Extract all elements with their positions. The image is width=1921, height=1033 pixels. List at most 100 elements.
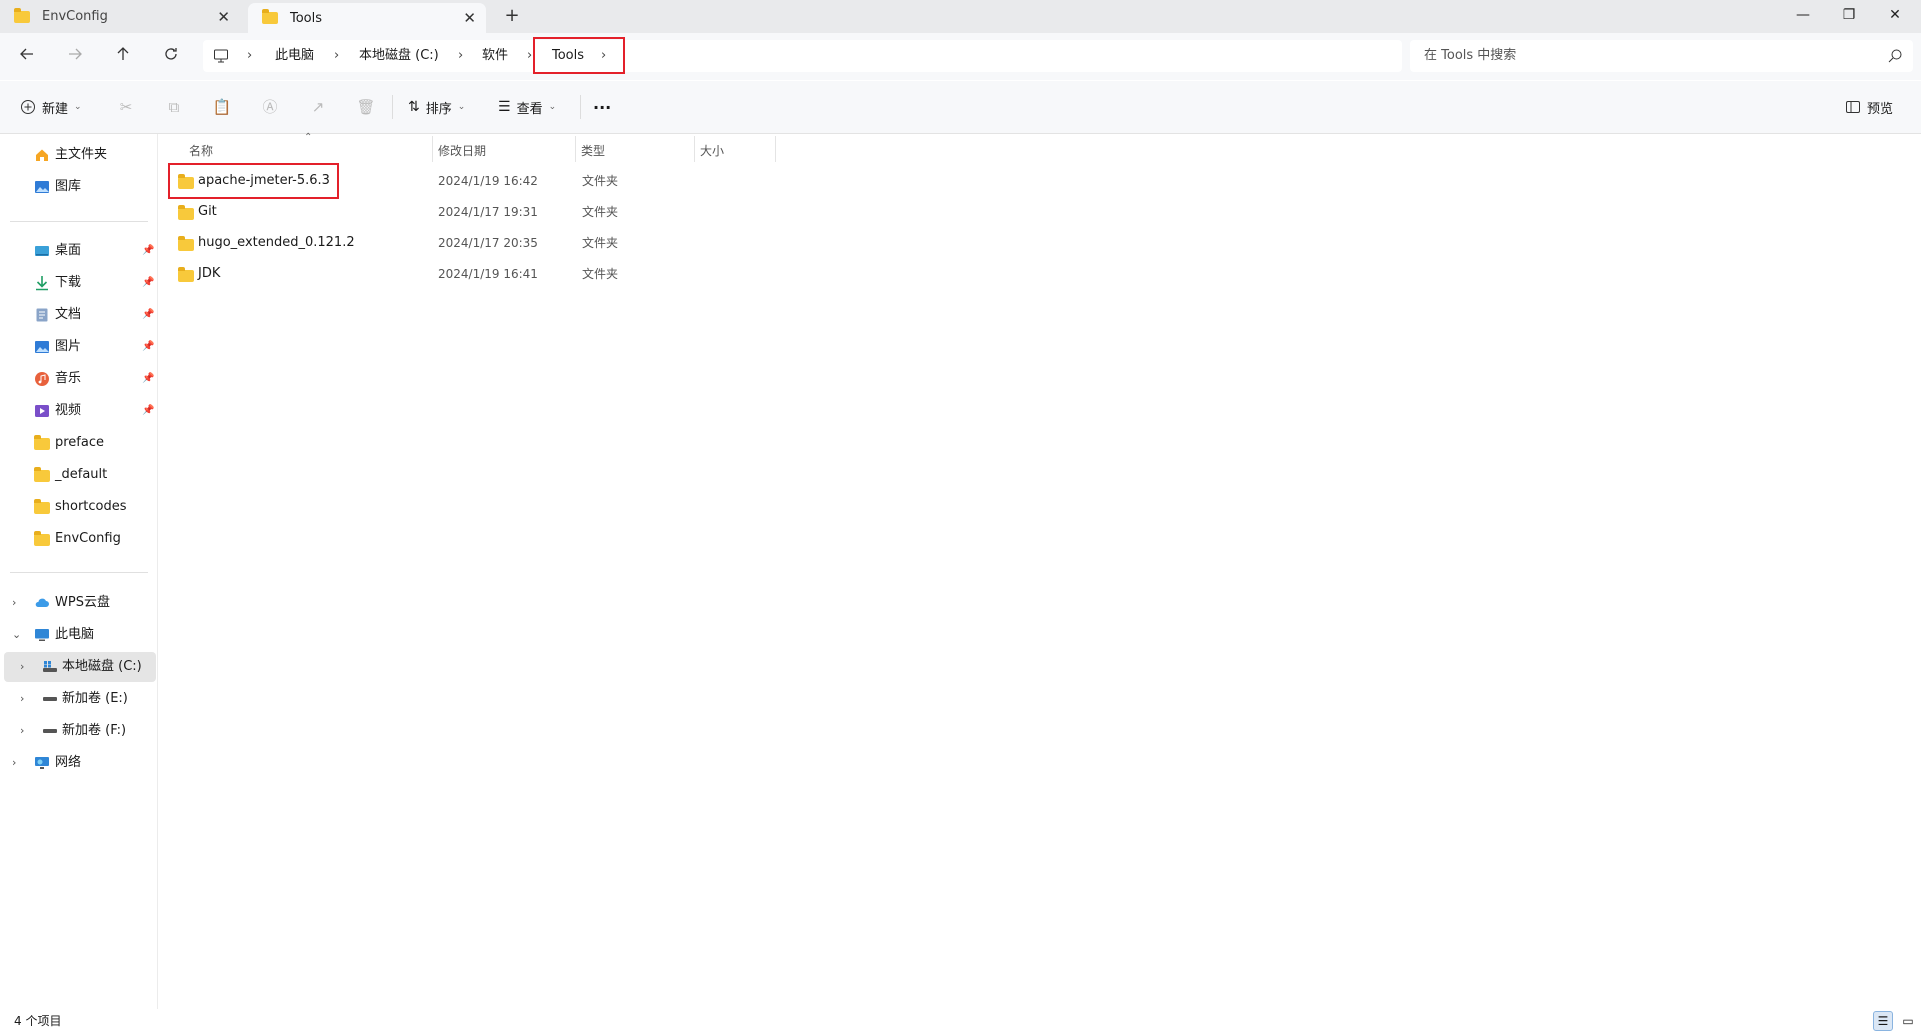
folder-icon	[178, 267, 194, 282]
nav-item-videos[interactable]: 视频 📌	[0, 396, 157, 426]
up-button[interactable]	[109, 45, 137, 69]
nav-item-wps-cloud[interactable]: › WPS云盘	[0, 588, 157, 618]
nav-label: 主文件夹	[55, 147, 108, 162]
pin-icon[interactable]: 📌	[142, 332, 154, 362]
nav-item-drive-c[interactable]: › 本地磁盘 (C:)	[4, 652, 156, 682]
close-window-button[interactable]: ✕	[1872, 0, 1918, 30]
breadcrumb-drive-c[interactable]: 本地磁盘 (C:)	[359, 40, 439, 72]
nav-item-documents[interactable]: 文档 📌	[0, 300, 157, 330]
close-tab-icon[interactable]: ✕	[463, 9, 476, 27]
drive-icon	[42, 723, 58, 739]
nav-label: _default	[55, 467, 108, 482]
share-icon[interactable]: ↗	[308, 97, 328, 117]
chevron-down-icon: ⌄	[457, 102, 466, 112]
new-tab-button[interactable]: +	[500, 4, 524, 28]
breadcrumb-separator[interactable]: ›	[334, 40, 339, 72]
view-icon: ☰	[498, 99, 511, 115]
copy-icon[interactable]: ⧉	[164, 97, 184, 117]
preview-pane-icon	[1846, 101, 1860, 113]
item-count: 4 个项目	[14, 1014, 62, 1028]
column-separator[interactable]	[432, 136, 433, 162]
forward-button[interactable]	[61, 45, 89, 69]
nav-label: 音乐	[55, 371, 82, 386]
paste-icon[interactable]: 📋	[212, 97, 232, 117]
nav-item-downloads[interactable]: 下载 📌	[0, 268, 157, 298]
tab-envconfig[interactable]: EnvConfig ✕	[0, 0, 240, 33]
restore-button[interactable]: ❐	[1826, 0, 1872, 30]
nav-item-shortcodes[interactable]: shortcodes	[0, 492, 157, 522]
breadcrumb-separator[interactable]: ›	[458, 40, 463, 72]
breadcrumb-this-pc[interactable]: 此电脑	[275, 40, 314, 72]
view-button[interactable]: ☰ 查看 ⌄	[498, 81, 556, 133]
nav-item-desktop[interactable]: 桌面 📌	[0, 236, 157, 266]
expand-chevron-icon[interactable]: ›	[20, 652, 24, 682]
column-header-type[interactable]: 类型	[581, 140, 605, 162]
computer-icon	[34, 627, 50, 643]
pin-icon[interactable]: 📌	[142, 364, 154, 394]
nav-item-envconfig[interactable]: EnvConfig	[0, 524, 157, 554]
pin-icon[interactable]: 📌	[142, 236, 154, 266]
delete-icon[interactable]: 🗑	[356, 97, 376, 117]
column-separator[interactable]	[775, 136, 776, 162]
nav-label: 此电脑	[55, 627, 95, 642]
sort-button[interactable]: ⇅ 排序 ⌄	[408, 81, 465, 133]
folder-icon	[262, 9, 278, 24]
video-icon	[34, 403, 50, 419]
folder-icon	[34, 499, 50, 514]
pin-icon[interactable]: 📌	[142, 268, 154, 298]
breadcrumb-software[interactable]: 软件	[482, 40, 508, 72]
nav-item-preface[interactable]: preface	[0, 428, 157, 458]
file-type: 文件夹	[582, 267, 619, 281]
preview-button[interactable]: 预览	[1845, 81, 1893, 133]
expand-chevron-icon[interactable]: ›	[20, 716, 24, 746]
more-options-button[interactable]: ···	[593, 81, 611, 133]
breadcrumb-separator[interactable]: ›	[527, 40, 532, 72]
tab-tools[interactable]: Tools ✕	[248, 3, 486, 33]
nav-item-default[interactable]: _default	[0, 460, 157, 490]
nav-item-this-pc[interactable]: ⌄ 此电脑	[0, 620, 157, 650]
nav-item-music[interactable]: 音乐 📌	[0, 364, 157, 394]
nav-item-network[interactable]: › 网络	[0, 748, 157, 778]
nav-item-home[interactable]: 主文件夹	[0, 140, 157, 170]
nav-item-gallery[interactable]: 图库	[0, 172, 157, 202]
folder-icon	[14, 7, 30, 23]
column-separator[interactable]	[575, 136, 576, 162]
drive-c-icon	[42, 659, 58, 675]
expand-chevron-icon[interactable]: ›	[20, 684, 24, 714]
details-view-icon[interactable]: ☰	[1873, 1011, 1893, 1031]
refresh-button[interactable]	[157, 45, 185, 69]
cut-icon[interactable]: ✂	[116, 97, 136, 117]
minimize-button[interactable]: —	[1780, 0, 1826, 30]
column-header-size[interactable]: 大小	[700, 140, 724, 162]
column-separator[interactable]	[694, 136, 695, 162]
file-row[interactable]: apache-jmeter-5.6.3 2024/1/19 16:42 文件夹	[168, 166, 1913, 196]
nav-item-drive-f[interactable]: › 新加卷 (F:)	[0, 716, 157, 746]
collapse-chevron-icon[interactable]: ⌄	[12, 620, 21, 650]
nav-label: 新加卷 (E:)	[62, 691, 128, 706]
nav-item-drive-e[interactable]: › 新加卷 (E:)	[0, 684, 157, 714]
nav-label: preface	[55, 435, 104, 450]
nav-item-pictures[interactable]: 图片 📌	[0, 332, 157, 362]
file-row[interactable]: JDK 2024/1/19 16:41 文件夹	[168, 259, 1913, 289]
expand-chevron-icon[interactable]: ›	[12, 748, 16, 778]
search-input[interactable]: 在 Tools 中搜索	[1410, 40, 1913, 72]
file-row[interactable]: hugo_extended_0.121.2 2024/1/17 20:35 文件…	[168, 228, 1913, 258]
pane-splitter[interactable]	[157, 134, 158, 1009]
chevron-down-icon: ⌄	[548, 102, 557, 112]
file-row[interactable]: Git 2024/1/17 19:31 文件夹	[168, 197, 1913, 227]
pin-icon[interactable]: 📌	[142, 396, 154, 426]
drive-icon	[42, 691, 58, 707]
address-bar[interactable]: › 此电脑 › 本地磁盘 (C:) › 软件 › Tools ›	[203, 40, 1402, 72]
command-bar: 新建 ⌄ ✂ ⧉ 📋 Ⓐ ↗ 🗑 ⇅ 排序 ⌄ ☰ 查看 ⌄ ··· 预览	[0, 81, 1921, 134]
column-header-name[interactable]: 名称	[189, 140, 213, 162]
back-button[interactable]	[13, 45, 41, 69]
expand-chevron-icon[interactable]: ›	[12, 588, 16, 618]
computer-icon	[213, 48, 229, 68]
column-header-modified[interactable]: 修改日期	[438, 140, 486, 162]
close-tab-icon[interactable]: ✕	[217, 8, 230, 26]
breadcrumb-separator[interactable]: ›	[247, 40, 252, 72]
rename-icon[interactable]: Ⓐ	[260, 97, 280, 117]
pin-icon[interactable]: 📌	[142, 300, 154, 330]
new-button[interactable]: 新建 ⌄	[20, 81, 82, 133]
tiles-view-icon[interactable]: ▭	[1898, 1011, 1918, 1031]
